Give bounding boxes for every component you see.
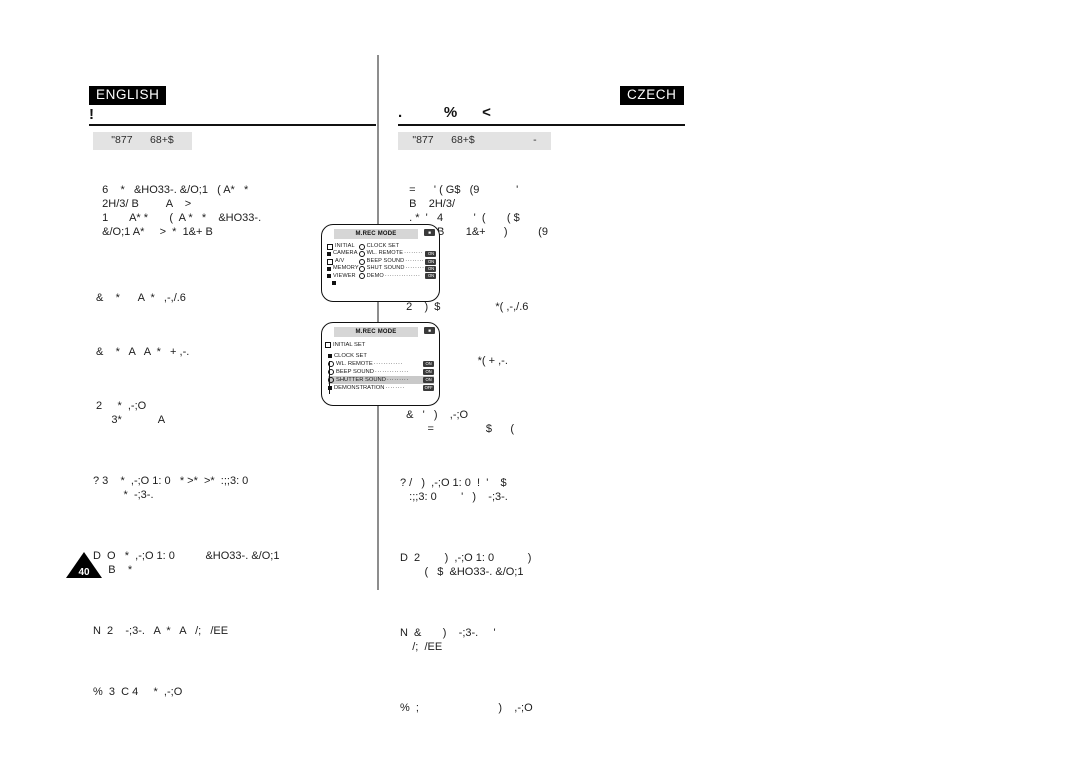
leader-dots: ··············· <box>384 272 421 279</box>
section-heading-english: "877 68+$ <box>93 132 192 150</box>
paragraph: & ' ) ,-;O = $ ( <box>406 409 515 435</box>
menu-columns: INITIAL CAMERA A/V MEMORY VIEWER CLOCK S… <box>327 243 439 288</box>
option-label: SHUT SOUND <box>366 265 405 272</box>
option-value-chip: ON <box>423 361 434 367</box>
menu-category-column: INITIAL CAMERA A/V MEMORY VIEWER <box>327 243 359 288</box>
lcd-screen-mrec-mode-main: M.REC MODE ■ INITIAL CAMERA A/V MEMORY V… <box>321 224 440 302</box>
option-clock-set[interactable]: CLOCK SET <box>358 243 437 250</box>
leader-dots: ········ <box>385 385 405 391</box>
menu-footer-marker <box>332 281 359 288</box>
menu-item-viewer[interactable]: VIEWER <box>327 273 359 280</box>
option-beep-sound[interactable]: BEEP SOUND ·············· ON <box>328 368 434 376</box>
option-value-chip: ON <box>423 377 434 383</box>
leader-dots: ············ <box>373 361 403 367</box>
chapter-title-english: ! <box>89 106 94 123</box>
paragraph: % 3 C 4 * ,-;O <box>93 686 183 698</box>
paragraph: D 2 ) ,-;O 1: 0 ) ( $ &HO33-. &/O;1 <box>400 552 532 578</box>
option-label: DEMONSTRATION <box>334 385 385 391</box>
radio-icon <box>358 273 365 280</box>
option-wl-remote[interactable]: WL. REMOTE ············ ON <box>328 360 434 368</box>
paragraph: ? / ) ,-;O 1: 0 ! ' $ :;;3: 0 ' ) -;3-. <box>400 477 508 503</box>
language-badge-czech: CZECH <box>620 86 684 106</box>
paragraph: 2 * ,-;O 3* A <box>96 400 166 426</box>
square-solid-icon <box>327 274 331 279</box>
option-wl-remote[interactable]: WL. REMOTE ········ ON <box>358 250 437 258</box>
square-hollow-icon <box>327 243 333 250</box>
menu-item-memory[interactable]: MEMORY <box>327 265 359 272</box>
option-value-chip: ON <box>425 265 437 272</box>
body-column-czech: = ' ( G$ (9 ' B 2H/3/ . * ' 4 ' ( ( $ > … <box>400 155 680 743</box>
lcd-mode-title: M.REC MODE <box>334 327 418 337</box>
square-solid-icon <box>332 281 336 286</box>
leader-dots: ········· <box>386 377 409 383</box>
paragraph: % ; ) ,-;O <box>400 702 533 714</box>
option-shutter-sound-selected[interactable]: SHUTTER SOUND ········· ON <box>328 376 434 384</box>
option-label: DEMO <box>366 272 384 279</box>
option-label: WL. REMOTE <box>366 250 404 257</box>
menu-item-label: VIEWER <box>333 272 356 279</box>
radio-icon <box>358 243 365 250</box>
option-clock-set[interactable]: CLOCK SET <box>328 352 434 360</box>
submenu-header: INITIAL SET <box>325 342 439 348</box>
language-badge-english: ENGLISH <box>89 86 167 106</box>
submenu-list: CLOCK SET WL. REMOTE ············ ON BEE… <box>328 352 439 392</box>
leader-dots: ········ <box>405 265 425 272</box>
option-label: WL. REMOTE <box>336 361 373 367</box>
lcd-mode-title: M.REC MODE <box>334 229 418 239</box>
square-cross-icon <box>327 258 333 265</box>
square-solid-icon <box>327 252 331 257</box>
option-label: CLOCK SET <box>366 243 400 249</box>
option-label: CLOCK SET <box>334 353 367 359</box>
option-value-chip: ON <box>425 251 437 258</box>
option-shut-sound[interactable]: SHUT SOUND ········ ON <box>358 265 437 272</box>
menu-item-label: MEMORY <box>333 265 359 272</box>
option-value-chip: OFF <box>423 385 434 391</box>
option-value-chip: ON <box>423 369 434 375</box>
option-value-chip: ON <box>425 273 437 280</box>
folder-icon <box>325 342 331 348</box>
menu-option-column: CLOCK SET WL. REMOTE ········ ON BEEP SO… <box>358 243 441 288</box>
paragraph: N & ) -;3-. ' /; /EE <box>400 627 496 653</box>
option-label: SHUTTER SOUND <box>336 377 386 383</box>
paragraph: = ' ( G$ (9 ' B 2H/3/ . * ' 4 ' ( ( $ > … <box>409 184 548 252</box>
chapter-title-czech: . % < <box>398 104 491 121</box>
radio-icon <box>358 265 365 272</box>
leader-dots: ········ <box>404 250 424 257</box>
paragraph: D O * ,-;O 1: 0 &HO33-. &/O;1 B * <box>93 550 280 576</box>
paragraph: N 2 -;3-. A * A /; /EE <box>93 625 229 637</box>
leader-dots: ·············· <box>374 369 409 375</box>
square-solid-icon <box>328 354 332 358</box>
leader-dots: ········ <box>405 257 425 264</box>
submenu-header-label: INITIAL SET <box>333 342 366 348</box>
record-mode-icon: ■ <box>424 327 435 334</box>
option-beep-sound[interactable]: BEEP SOUND ········ ON <box>358 257 437 265</box>
submenu-group-bar <box>329 361 330 394</box>
radio-icon <box>358 251 365 258</box>
lcd-title-row: M.REC MODE ■ <box>326 229 435 240</box>
lcd-screen-mrec-mode-initial-set: M.REC MODE ■ INITIAL SET CLOCK SET WL. R… <box>321 322 440 406</box>
title-rule-english <box>89 124 376 126</box>
option-label: BEEP SOUND <box>366 257 405 264</box>
lcd-title-row: M.REC MODE ■ <box>326 327 435 338</box>
menu-item-label: CAMERA <box>333 250 358 257</box>
record-mode-icon: ■ <box>424 229 435 236</box>
option-demonstration[interactable]: DEMONSTRATION ········ OFF <box>328 384 434 392</box>
option-value-chip: ON <box>425 258 437 265</box>
paragraph: 2 ) $ *( ,-,/.6 <box>400 301 529 313</box>
option-demo[interactable]: DEMO ··············· ON <box>358 272 437 280</box>
page-number: 40 <box>78 567 90 578</box>
section-heading-czech: "877 68+$ - <box>398 132 551 150</box>
menu-item-av[interactable]: A/V <box>327 258 359 265</box>
menu-item-label: A/V <box>335 257 345 264</box>
paragraph: ? 3 * ,-;O 1: 0 * >* >* :;;3: 0 * -;3-. <box>93 475 249 501</box>
title-rule-czech <box>398 124 685 126</box>
menu-item-camera[interactable]: CAMERA <box>327 250 359 257</box>
paragraph: #( ) *( + ,-. <box>400 355 508 367</box>
option-label: BEEP SOUND <box>336 369 374 375</box>
menu-item-initial[interactable]: INITIAL <box>327 243 359 250</box>
menu-item-label: INITIAL <box>335 243 355 249</box>
square-solid-icon <box>327 266 331 271</box>
manual-page: ENGLISH CZECH ! . % < "877 68+$ "877 68+… <box>0 0 1080 763</box>
radio-icon <box>358 258 365 265</box>
